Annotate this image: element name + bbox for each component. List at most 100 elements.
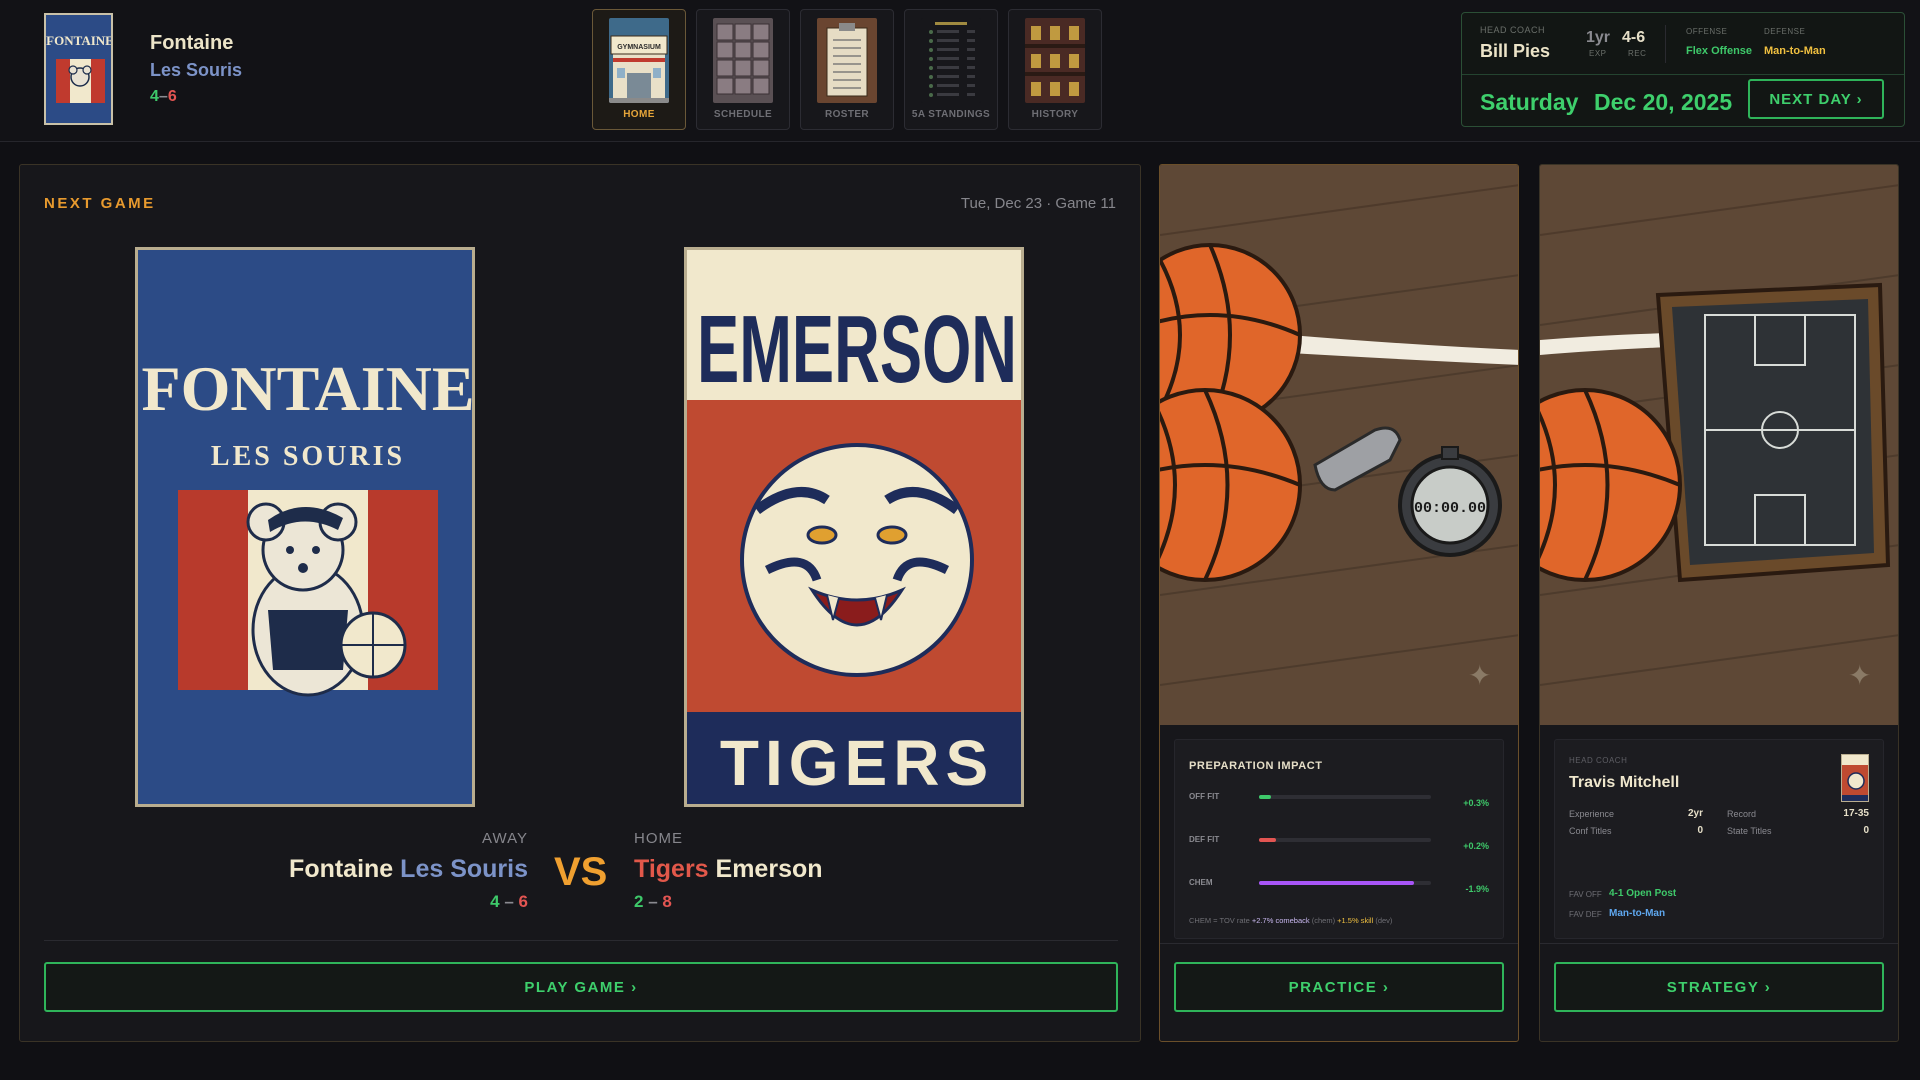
home-team-record: 2 – 8 (634, 892, 672, 911)
def-fit-bar (1259, 838, 1431, 842)
def-fit-value: +0.2% (1463, 841, 1489, 851)
conf-titles-label: Conf Titles (1569, 826, 1612, 836)
fav-off-value: 4-1 Open Post (1609, 888, 1677, 899)
def-fit-label: DEF FIT (1189, 835, 1220, 844)
home-team-mascot: Tigers (634, 855, 709, 883)
away-poster-title: FONTAINE (141, 353, 474, 424)
practice-artwork: 00:00.00 ✦ (1160, 165, 1518, 725)
home-poster-subtitle: TIGERS (720, 727, 994, 799)
tab-home-label: HOME (623, 109, 655, 120)
tab-standings-label: 5A STANDINGS (911, 109, 991, 120)
history-thumbnail (1025, 18, 1085, 103)
chem-label: CHEM (1189, 878, 1213, 887)
home-label: HOME (634, 830, 683, 847)
play-game-button[interactable]: PLAY GAME › (44, 962, 1118, 1012)
chem-bar (1259, 881, 1431, 885)
next-game-panel: NEXT GAME Tue, Dec 23 · Game 11 FONTAINE… (19, 164, 1141, 1042)
away-record-wins: 4 (490, 892, 500, 911)
top-bar: FONTAINE Fontaine Les Souris 4–6 GYMNASI… (0, 0, 1920, 142)
tab-roster[interactable]: ROSTER (800, 9, 894, 130)
away-team-name: Fontaine Les Souris (289, 855, 528, 884)
chem-value: -1.9% (1465, 884, 1489, 894)
coach-exp-value: 1yr (1586, 29, 1611, 46)
main-nav: GYMNASIUM HOME SCHEDULE ROSTER 5A STANDI… (592, 9, 1102, 130)
opponent-coach-box: HEAD COACH Travis Mitchell Experience 2y… (1554, 739, 1884, 939)
state-titles-label: State Titles (1727, 826, 1772, 836)
practice-card: 00:00.00 ✦ PREPARATION IMPACT OFF FIT +0… (1159, 164, 1519, 1042)
state-titles-value: 0 (1863, 825, 1869, 836)
offense-value: Flex Offense (1686, 45, 1753, 57)
coach-rec-value: 4-6 (1622, 29, 1646, 46)
team-name: Fontaine (150, 32, 234, 54)
tab-standings[interactable]: 5A STANDINGS (904, 9, 998, 130)
tab-home[interactable]: GYMNASIUM HOME (592, 9, 686, 130)
opponent-team-logo (1841, 754, 1869, 802)
game-panel-divider (44, 940, 1118, 941)
coach-rec-label: REC (1628, 49, 1647, 58)
home-team-name: Tigers Emerson (634, 855, 823, 884)
gymnasium-thumbnail: GYMNASIUM (609, 18, 669, 103)
current-weekday: Saturday (1480, 89, 1579, 115)
team-logo: FONTAINE (44, 13, 113, 125)
logo-title: FONTAINE (46, 33, 113, 48)
tiger-mascot-icon (740, 443, 974, 677)
opponent-coach-label: HEAD COACH (1569, 756, 1628, 765)
chem-note-skill: +1.5% skill (1337, 916, 1374, 925)
current-date: Dec 20, 2025 (1594, 89, 1733, 115)
practice-card-divider (1160, 943, 1518, 944)
strategy-artwork: ✦ (1540, 165, 1898, 725)
preparation-impact-box: PREPARATION IMPACT OFF FIT +0.3% DEF FIT… (1174, 739, 1504, 939)
off-fit-bar (1259, 795, 1431, 799)
chem-note-comeback-suffix: (chem) (1311, 916, 1336, 925)
away-team-mascot: Les Souris (400, 855, 528, 883)
away-poster-subtitle: LES SOURIS (211, 441, 405, 472)
practice-button[interactable]: PRACTICE › (1174, 962, 1504, 1012)
home-team-city: Emerson (715, 855, 823, 883)
strategy-button[interactable]: STRATEGY › (1554, 962, 1884, 1012)
sparkle-icon: ✦ (1848, 660, 1871, 691)
record-label: Record (1727, 809, 1757, 819)
sparkle-icon: ✦ (1468, 660, 1491, 691)
tab-schedule-label: SCHEDULE (713, 109, 773, 120)
strategy-card-divider (1540, 943, 1898, 944)
chem-note-comeback: +2.7% comeback (1251, 916, 1310, 925)
strategy-card: ✦ HEAD COACH Travis Mitchell Experience … (1539, 164, 1899, 1042)
next-game-meta: Tue, Dec 23 · Game 11 (960, 195, 1116, 212)
off-fit-fill (1259, 795, 1272, 799)
away-label: AWAY (482, 830, 528, 847)
def-fit-fill (1259, 838, 1277, 842)
away-team-record: 4 – 6 (490, 892, 528, 911)
tab-schedule[interactable]: SCHEDULE (696, 9, 790, 130)
preparation-impact-title: PREPARATION IMPACT (1189, 760, 1323, 772)
experience-label: Experience (1569, 809, 1615, 819)
stopwatch-readout: 00:00.00 (1414, 500, 1486, 517)
tab-history[interactable]: HISTORY (1008, 9, 1102, 130)
home-team-poster: EMERSON TIGERS (684, 247, 1024, 807)
off-fit-label: OFF FIT (1189, 792, 1220, 801)
offense-label: OFFENSE (1686, 27, 1728, 36)
off-fit-value: +0.3% (1463, 798, 1489, 808)
versus-text: VS (554, 850, 608, 894)
defense-label: DEFENSE (1764, 27, 1806, 36)
fav-off-label: FAV OFF (1569, 890, 1602, 899)
coach-box-separator (1665, 25, 1666, 63)
experience-value: 2yr (1687, 808, 1703, 819)
home-record-losses: 8 (662, 892, 672, 911)
fav-def-value: Man-to-Man (1609, 908, 1666, 919)
coach-name: Bill Pies (1480, 41, 1551, 61)
chem-note: CHEM = TOV rate +2.7% comeback (chem) +1… (1189, 916, 1392, 925)
home-poster-title: EMERSON (697, 296, 1017, 403)
standings-thumbnail (921, 18, 981, 103)
team-record-losses: 6 (167, 88, 177, 105)
gym-sign-text: GYMNASIUM (617, 44, 661, 51)
opponent-coach-name: Travis Mitchell (1569, 774, 1680, 791)
next-game-heading: NEXT GAME (44, 195, 156, 212)
next-day-button[interactable]: NEXT DAY › (1748, 79, 1884, 119)
away-team-city: Fontaine (289, 855, 394, 883)
chem-note-skill-suffix: (dev) (1375, 916, 1393, 925)
tab-roster-label: ROSTER (824, 109, 870, 120)
coach-summary: HEAD COACH Bill Pies 1yr EXP 4-6 REC OFF… (1461, 12, 1905, 127)
coach-exp-label: EXP (1589, 49, 1607, 58)
record-value: 17-35 (1843, 808, 1869, 819)
team-record: 4–6 (150, 88, 177, 105)
